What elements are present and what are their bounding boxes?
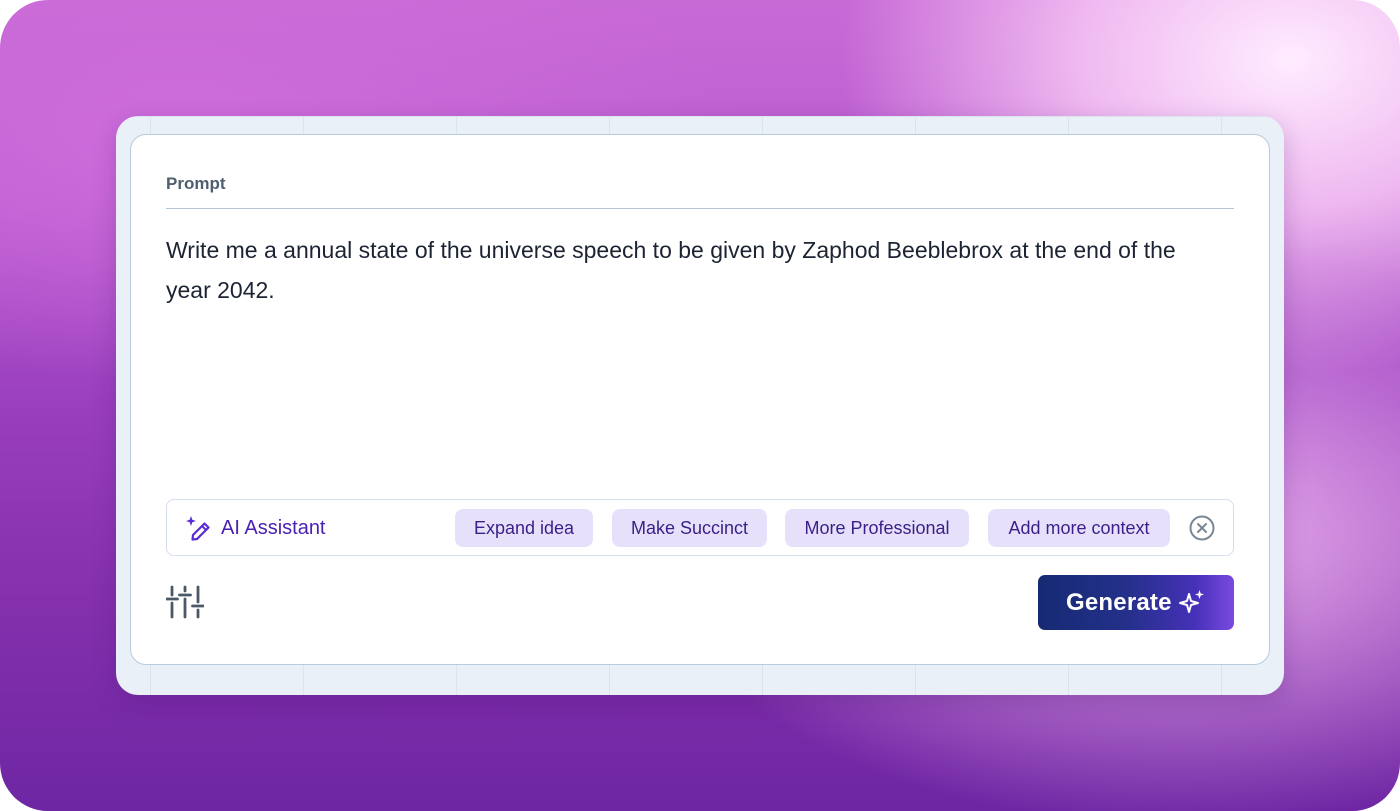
generate-button[interactable]: Generate (1038, 575, 1234, 630)
prompt-card-container: Prompt Write me a annual state of the un… (116, 116, 1284, 695)
prompt-textarea[interactable]: Write me a annual state of the universe … (166, 230, 1226, 310)
ai-assistant-label: AI Assistant (221, 517, 326, 539)
ai-assistant-bar: AI Assistant Expand idea Make Succinct M… (166, 499, 1234, 556)
sparkle-icon (1179, 590, 1204, 613)
gradient-backdrop: Prompt Write me a annual state of the un… (0, 0, 1400, 811)
generate-label: Generate (1066, 589, 1172, 616)
more-professional-button[interactable]: More Professional (785, 509, 969, 547)
sliders-icon[interactable] (166, 585, 204, 619)
prompt-label: Prompt (166, 174, 226, 193)
expand-idea-button[interactable]: Expand idea (455, 509, 593, 547)
close-circle-icon[interactable] (1188, 514, 1216, 542)
prompt-panel: Prompt Write me a annual state of the un… (130, 134, 1270, 665)
make-succinct-button[interactable]: Make Succinct (612, 509, 767, 547)
prompt-divider (166, 208, 1234, 209)
add-more-context-button[interactable]: Add more context (988, 509, 1170, 547)
magic-wand-sparkle-icon (186, 516, 210, 541)
